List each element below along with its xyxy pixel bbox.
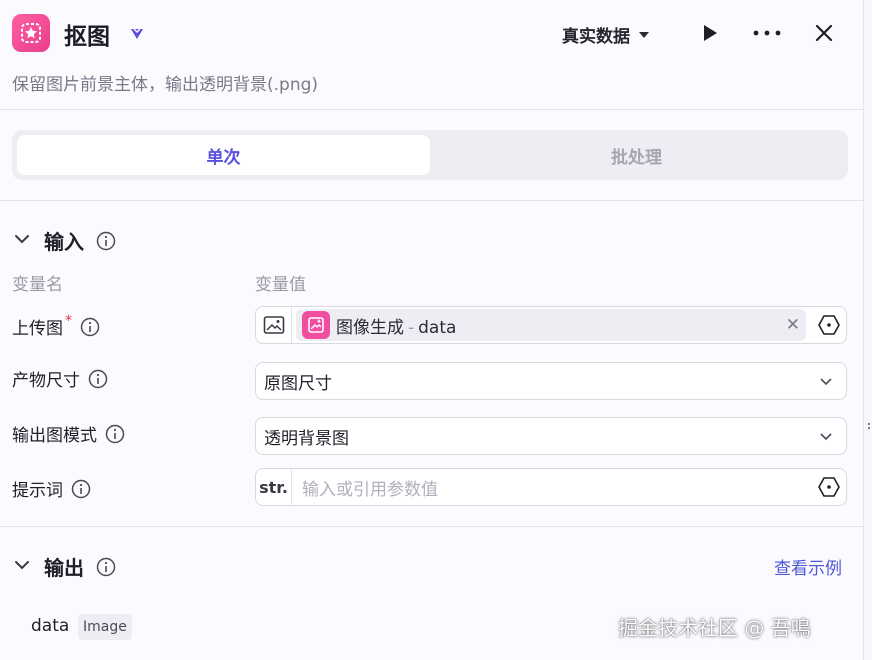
resize-handle[interactable] <box>866 418 872 438</box>
run-mode-tabs: 单次 批处理 <box>12 130 848 180</box>
variable-reference-icon[interactable] <box>812 476 846 498</box>
remove-reference-icon[interactable]: ✕ <box>786 315 800 335</box>
reference-tag-text: 图像生成 - data <box>336 313 780 338</box>
output-field-name: data <box>31 616 70 636</box>
output-section-title: 输出 <box>44 556 84 580</box>
image-generation-icon <box>302 311 330 339</box>
close-button[interactable] <box>809 18 839 48</box>
close-icon <box>815 24 833 42</box>
page-title: 抠图 <box>64 24 110 50</box>
output-size-select[interactable]: 原图尺寸 <box>255 362 847 400</box>
divider <box>0 526 864 527</box>
play-icon <box>704 25 717 41</box>
output-mode-select[interactable]: 透明背景图 <box>255 417 847 455</box>
input-section-title: 输入 <box>44 230 84 254</box>
output-section-header[interactable]: 输出 <box>12 552 116 581</box>
tab-single[interactable]: 单次 <box>17 135 430 175</box>
data-mode-label: 真实数据 <box>562 27 630 47</box>
required-mark: * <box>65 312 72 329</box>
info-icon[interactable] <box>88 369 108 389</box>
reference-field: data <box>418 317 457 338</box>
upload-image-label: 上传图 * <box>12 312 100 339</box>
info-icon[interactable] <box>71 479 91 499</box>
tab-batch[interactable]: 批处理 <box>430 135 843 175</box>
chevron-down-icon <box>806 373 846 389</box>
info-icon[interactable] <box>96 557 116 577</box>
chevron-down-icon <box>806 428 846 444</box>
output-mode-label-text: 输出图模式 <box>12 426 97 446</box>
string-type-prefix: str. <box>256 469 292 505</box>
divider <box>0 200 864 201</box>
reference-source: 图像生成 <box>336 317 404 338</box>
prompt-placeholder: 输入或引用参数值 <box>302 479 438 500</box>
image-type-icon <box>256 307 292 343</box>
prompt-input[interactable]: str. 输入或引用参数值 <box>255 468 847 506</box>
info-icon[interactable] <box>105 424 125 444</box>
info-icon[interactable] <box>96 231 116 251</box>
column-header-value: 变量值 <box>255 275 306 295</box>
more-button[interactable] <box>752 18 782 48</box>
variable-reference-icon[interactable] <box>812 314 846 336</box>
input-section-header[interactable]: 输入 <box>12 226 116 255</box>
upload-image-label-text: 上传图 <box>12 319 63 339</box>
run-button[interactable] <box>695 18 725 48</box>
caret-down-icon <box>638 25 650 45</box>
output-type-badge: Image <box>78 614 132 640</box>
page-subtitle: 保留图片前景主体，输出透明背景(.png) <box>12 75 319 95</box>
panel-header: 抠图 真实数据 保留图片前景主体，输出透明背景(.png) <box>0 0 864 110</box>
reference-separator: - <box>408 317 415 338</box>
data-mode-select[interactable]: 真实数据 <box>562 22 650 47</box>
info-icon[interactable] <box>80 317 100 337</box>
prompt-label: 提示词 <box>12 476 91 501</box>
more-icon <box>753 30 781 36</box>
output-size-label: 产物尺寸 <box>12 366 108 391</box>
output-mode-value: 透明背景图 <box>264 428 349 449</box>
reference-tag[interactable]: 图像生成 - data ✕ <box>296 309 806 341</box>
column-header-name: 变量名 <box>12 275 63 295</box>
prompt-label-text: 提示词 <box>12 481 63 501</box>
output-mode-label: 输出图模式 <box>12 421 125 446</box>
diamond-icon <box>128 24 146 42</box>
upload-image-field[interactable]: 图像生成 - data ✕ <box>255 306 847 344</box>
output-size-value: 原图尺寸 <box>264 373 332 394</box>
output-size-label-text: 产物尺寸 <box>12 371 80 391</box>
chevron-down-icon <box>12 555 32 579</box>
node-config-panel: 抠图 真实数据 保留图片前景主体，输出透明背景(.png) 单次 批处理 输入 … <box>0 0 864 660</box>
view-example-link[interactable]: 查看示例 <box>774 554 842 579</box>
chevron-down-icon <box>12 229 32 253</box>
cutout-app-icon <box>12 14 50 52</box>
watermark-text: 掘金技术社区 @ 吾鳴 <box>618 616 811 640</box>
